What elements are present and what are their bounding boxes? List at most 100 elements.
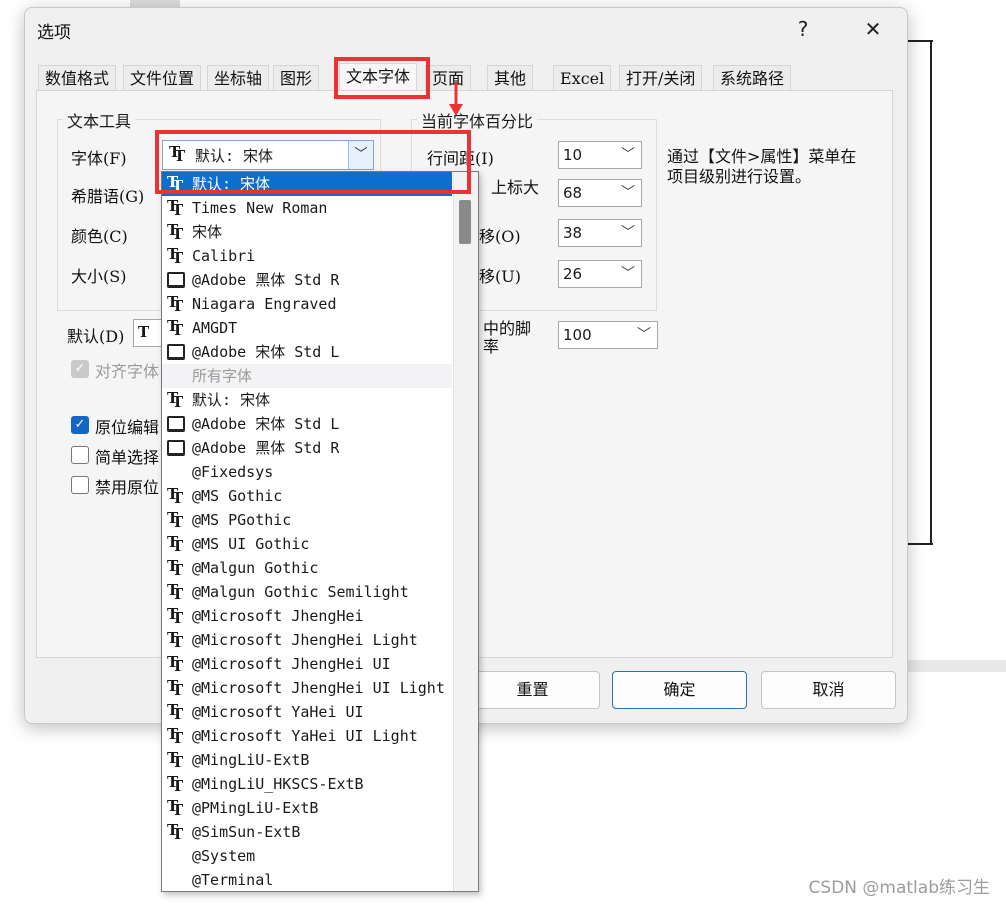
truetype-icon: TT <box>167 605 184 627</box>
background-scrollbar <box>907 660 1006 672</box>
truetype-icon: TT <box>167 389 184 411</box>
tab-excel[interactable]: Excel <box>553 65 612 92</box>
font-list-item-label: @MingLiU_HKSCS-ExtB <box>192 775 364 793</box>
truetype-icon: TT <box>167 557 184 579</box>
font-list-item-label: @Adobe 黑体 Std R <box>192 271 340 289</box>
font-list-item-label: @MS UI Gothic <box>192 535 310 553</box>
tab-graph[interactable]: 图形 <box>273 65 320 92</box>
font-list-item[interactable]: T T @Microsoft JhengHei UI <box>162 652 452 676</box>
font-list-section-header: 所有字体 <box>162 364 452 388</box>
font-list-item-label: AMGDT <box>192 319 238 337</box>
font-list-item-label: @MS PGothic <box>192 511 292 529</box>
tab-open-close[interactable]: 打开/关闭 <box>619 65 703 92</box>
font-dropdown-list[interactable]: T T 默认: 宋体 T T Times New Roman T T 宋体 T T Calibri @A… <box>161 171 479 892</box>
footnote-percent-value: 100 <box>563 326 592 344</box>
subscript-offset-label: 移(U) <box>479 267 521 286</box>
font-list-item-label: 所有字体 <box>192 367 253 385</box>
font-list-item-label: @Microsoft YaHei UI <box>192 703 364 721</box>
font-list-item-label: 宋体 <box>192 223 223 241</box>
font-list-item[interactable]: T T Times New Roman <box>162 196 452 220</box>
ok-button[interactable]: 确定 <box>612 671 747 709</box>
superscript-offset-label: 移(O) <box>479 227 521 246</box>
font-list-item[interactable]: T T 默认: 宋体 <box>162 388 452 412</box>
font-list-item[interactable]: T T Niagara Engraved <box>162 292 452 316</box>
font-list-item-label: @Fixedsys <box>192 463 274 481</box>
tab-system-path[interactable]: 系统路径 <box>713 65 792 92</box>
font-list-item-label: @Adobe 黑体 Std R <box>192 439 340 457</box>
font-list-item-label: @MingLiU-ExtB <box>192 751 310 769</box>
superscript-offset-select[interactable]: 38 ﹀ <box>558 219 642 247</box>
superscript-size-select[interactable]: 68 ﹀ <box>558 179 642 207</box>
tab-other[interactable]: 其他 <box>487 65 534 92</box>
font-list-item[interactable]: T T @Malgun Gothic <box>162 556 452 580</box>
font-list-item[interactable]: @Terminal <box>162 868 452 891</box>
size-label: 大小(S) <box>71 267 127 286</box>
reset-button[interactable]: 重置 <box>465 671 600 709</box>
printer-font-icon <box>167 416 185 432</box>
background-toolbar-edge <box>130 0 180 7</box>
simple-select-checkbox[interactable] <box>71 446 89 464</box>
close-button[interactable]: ✕ <box>853 14 893 44</box>
font-list-item[interactable]: T T @MingLiU-ExtB <box>162 748 452 772</box>
font-list-item[interactable]: T T @MS PGothic <box>162 508 452 532</box>
font-label: 字体(F) <box>71 149 127 168</box>
chevron-down-icon: ﹀ <box>621 147 635 163</box>
font-list-item[interactable]: T T @Microsoft JhengHei <box>162 604 452 628</box>
font-list-item[interactable]: T T @PMingLiU-ExtB <box>162 796 452 820</box>
font-list-item-label: @Malgun Gothic Semilight <box>192 583 409 601</box>
help-button[interactable]: ? <box>783 14 823 44</box>
font-list-item[interactable]: T T @MS UI Gothic <box>162 532 452 556</box>
truetype-icon: TT <box>167 749 184 771</box>
footnote-percent-select[interactable]: 100 ﹀ <box>558 321 658 349</box>
inplace-edit-checkbox[interactable]: ✓ <box>71 416 89 434</box>
truetype-icon: T <box>138 323 150 341</box>
font-list-item[interactable]: @System <box>162 844 452 868</box>
font-list-item[interactable]: T T @Microsoft JhengHei Light <box>162 628 452 652</box>
font-list-item[interactable]: T T @Microsoft YaHei UI <box>162 700 452 724</box>
font-list-item[interactable]: T T Calibri <box>162 244 452 268</box>
highlight-box-tab <box>334 57 430 99</box>
chevron-down-icon: ﹀ <box>621 185 635 201</box>
font-list-item[interactable]: T T @MingLiU_HKSCS-ExtB <box>162 772 452 796</box>
font-list-item[interactable]: @Adobe 宋体 Std L <box>162 340 452 364</box>
font-list-item-label: @Adobe 宋体 Std L <box>192 343 340 361</box>
truetype-icon: TT <box>167 701 184 723</box>
font-list-item-label: Niagara Engraved <box>192 295 337 313</box>
font-list-item[interactable]: T T @SimSun-ExtB <box>162 820 452 844</box>
subscript-offset-select[interactable]: 26 ﹀ <box>558 260 642 288</box>
disable-inplace-checkbox[interactable] <box>71 476 89 494</box>
font-list-item[interactable]: @Adobe 黑体 Std R <box>162 436 452 460</box>
font-list-item[interactable]: @Adobe 宋体 Std L <box>162 412 452 436</box>
text-tools-group-title: 文本工具 <box>63 108 136 132</box>
font-list-item[interactable]: T T @Malgun Gothic Semilight <box>162 580 452 604</box>
font-list-item[interactable]: @Adobe 黑体 Std R <box>162 268 452 292</box>
font-list-item-label: @System <box>192 847 256 865</box>
align-font-checkbox[interactable]: ✓ <box>71 360 89 378</box>
tab-file-location[interactable]: 文件位置 <box>123 65 202 92</box>
line-spacing-select[interactable]: 10 ﹀ <box>558 141 642 169</box>
color-label: 颜色(C) <box>71 227 128 246</box>
truetype-icon: TT <box>167 821 184 843</box>
dropdown-scrollbar[interactable] <box>453 172 478 891</box>
chevron-down-icon: ﹀ <box>637 327 651 343</box>
font-list-item-label: @Microsoft JhengHei Light <box>192 631 418 649</box>
tab-number-format[interactable]: 数值格式 <box>38 65 117 92</box>
footnote-label-2: 率 <box>483 337 500 356</box>
tab-axis[interactable]: 坐标轴 <box>207 65 270 92</box>
disable-inplace-label: 禁用原位 <box>95 478 160 497</box>
font-list-item[interactable]: T T @Microsoft YaHei UI Light <box>162 724 452 748</box>
scrollbar-thumb[interactable] <box>459 200 471 244</box>
greek-label: 希腊语(G) <box>71 187 145 206</box>
font-list-item[interactable]: T T AMGDT <box>162 316 452 340</box>
background-frame-line <box>930 40 932 545</box>
truetype-icon: TT <box>167 773 184 795</box>
cancel-button[interactable]: 取消 <box>761 671 896 709</box>
font-list-item-label: @SimSun-ExtB <box>192 823 301 841</box>
font-list-item[interactable]: T T 宋体 <box>162 220 452 244</box>
font-list-item[interactable]: T T @Microsoft JhengHei UI Light <box>162 676 452 700</box>
font-list-item-label: @Adobe 宋体 Std L <box>192 415 340 433</box>
font-list-item[interactable]: @Fixedsys <box>162 460 452 484</box>
font-list-item-label: @Microsoft JhengHei UI Light <box>192 679 445 697</box>
truetype-icon: TT <box>167 629 184 651</box>
font-list-item[interactable]: T T @MS Gothic <box>162 484 452 508</box>
